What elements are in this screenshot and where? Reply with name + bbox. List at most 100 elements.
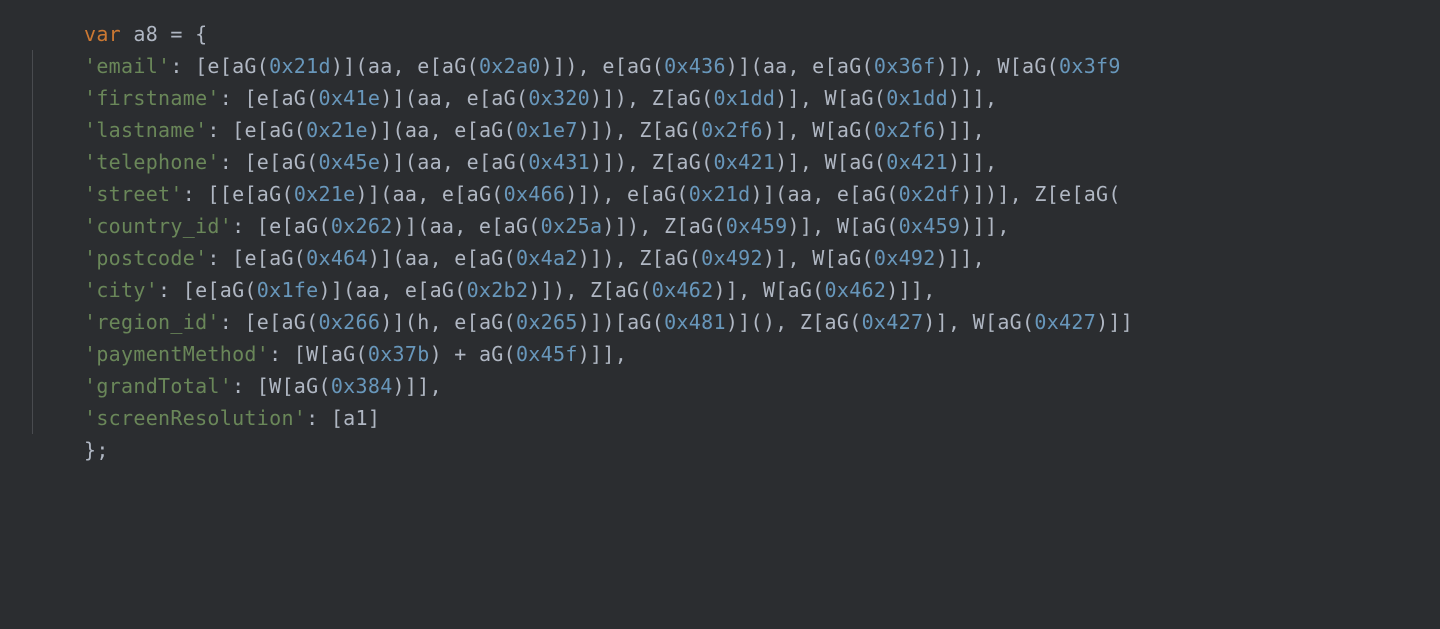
number: 0x262 — [331, 214, 393, 238]
punct: )]], — [948, 150, 997, 174]
punct: )](aa, e[aG( — [726, 54, 874, 78]
punct: )](aa, e[aG( — [331, 54, 479, 78]
string-key: 'postcode' — [84, 246, 207, 270]
code-line: }; — [84, 434, 1440, 466]
code-line: 'email': [e[aG(0x21d)](aa, e[aG(0x2a0)])… — [32, 50, 1440, 82]
code-line: 'firstname': [e[aG(0x41e)](aa, e[aG(0x32… — [32, 82, 1440, 114]
punct: : [e[aG( — [232, 214, 331, 238]
number: 0x427 — [862, 310, 924, 334]
punct: )](aa, e[aG( — [368, 246, 516, 270]
code-line: 'lastname': [e[aG(0x21e)](aa, e[aG(0x1e7… — [32, 114, 1440, 146]
punct: )]], — [936, 246, 985, 270]
code-line: 'telephone': [e[aG(0x45e)](aa, e[aG(0x43… — [32, 146, 1440, 178]
punct: : [e[aG( — [170, 54, 269, 78]
string-key: 'region_id' — [84, 310, 220, 334]
punct: : [e[aG( — [220, 150, 319, 174]
number: 0x320 — [528, 86, 590, 110]
keyword-var: var — [84, 22, 121, 46]
punct: )], W[aG( — [763, 118, 874, 142]
number: 0x427 — [1034, 310, 1096, 334]
code-line: 'country_id': [e[aG(0x262)](aa, e[aG(0x2… — [32, 210, 1440, 242]
code-line: 'paymentMethod': [W[aG(0x37b) + aG(0x45f… — [32, 338, 1440, 370]
string-key: 'city' — [84, 278, 158, 302]
punct: )]], — [936, 118, 985, 142]
punct: )](aa, e[aG( — [356, 182, 504, 206]
code-editor[interactable]: var a8 = { 'email': [e[aG(0x21d)](aa, e[… — [0, 0, 1440, 629]
code-line: 'city': [e[aG(0x1fe)](aa, e[aG(0x2b2)]),… — [32, 274, 1440, 306]
punct: )]), Z[aG( — [528, 278, 651, 302]
punct: )]], — [886, 278, 935, 302]
number: 0x1e7 — [516, 118, 578, 142]
number: 0x21e — [306, 118, 368, 142]
punct: : [e[aG( — [207, 118, 306, 142]
number: 0x492 — [874, 246, 936, 270]
punct: )](h, e[aG( — [380, 310, 516, 334]
code-line: var a8 = { — [84, 18, 1440, 50]
punct: : [e[aG( — [158, 278, 257, 302]
number: 0x459 — [726, 214, 788, 238]
number: 0x492 — [701, 246, 763, 270]
punct: )])], Z[e[aG( — [960, 182, 1120, 206]
punct: )]), W[aG( — [936, 54, 1059, 78]
punct: : [e[aG( — [220, 86, 319, 110]
string-key: 'country_id' — [84, 214, 232, 238]
number: 0x25a — [541, 214, 603, 238]
punct: )]), e[aG( — [565, 182, 688, 206]
punct: )], W[aG( — [788, 214, 899, 238]
punct: )], W[aG( — [763, 246, 874, 270]
number: 0x265 — [516, 310, 578, 334]
number: 0x37b — [368, 342, 430, 366]
number: 0x462 — [825, 278, 887, 302]
punct: )], W[aG( — [775, 86, 886, 110]
punct: )], W[aG( — [775, 150, 886, 174]
punct: )], W[aG( — [713, 278, 824, 302]
number: 0x421 — [886, 150, 948, 174]
punct: : [e[aG( — [220, 310, 319, 334]
number: 0x41e — [319, 86, 381, 110]
punct: )]], — [578, 342, 627, 366]
number: 0x1dd — [713, 86, 775, 110]
punct: )](aa, e[aG( — [319, 278, 467, 302]
gutter — [0, 0, 18, 629]
punct: )](aa, e[aG( — [750, 182, 898, 206]
number: 0x21d — [689, 182, 751, 206]
punct: }; — [84, 438, 109, 462]
punct: )]), Z[aG( — [602, 214, 725, 238]
number: 0x436 — [664, 54, 726, 78]
punct: )]], — [393, 374, 442, 398]
number: 0x21e — [294, 182, 356, 206]
number: 0x266 — [319, 310, 381, 334]
punct: : [W[aG( — [269, 342, 368, 366]
number: 0x2b2 — [467, 278, 529, 302]
string-key: 'email' — [84, 54, 170, 78]
punct: : [W[aG( — [232, 374, 331, 398]
punct: )](aa, e[aG( — [368, 118, 516, 142]
punct: )]), Z[aG( — [578, 118, 701, 142]
code-line: 'grandTotal': [W[aG(0x384)]], — [32, 370, 1440, 402]
code-area[interactable]: var a8 = { 'email': [e[aG(0x21d)](aa, e[… — [0, 0, 1440, 466]
number: 0x431 — [528, 150, 590, 174]
number: 0x4a2 — [516, 246, 578, 270]
punct: )]), Z[aG( — [590, 150, 713, 174]
punct: )]), e[aG( — [541, 54, 664, 78]
number: 0x2f6 — [874, 118, 936, 142]
punct: )](aa, e[aG( — [380, 150, 528, 174]
punct: : [e[aG( — [207, 246, 306, 270]
number: 0x45e — [319, 150, 381, 174]
string-key: 'paymentMethod' — [84, 342, 269, 366]
number: 0x1dd — [886, 86, 948, 110]
number: 0x481 — [664, 310, 726, 334]
number: 0x36f — [874, 54, 936, 78]
punct: )]], — [960, 214, 1009, 238]
number: 0x464 — [306, 246, 368, 270]
number: 0x384 — [331, 374, 393, 398]
code-line: 'postcode': [e[aG(0x464)](aa, e[aG(0x4a2… — [32, 242, 1440, 274]
number: 0x2a0 — [479, 54, 541, 78]
punct: : [[e[aG( — [183, 182, 294, 206]
number: 0x45f — [516, 342, 578, 366]
punct: )](), Z[aG( — [726, 310, 862, 334]
punct: )]), Z[aG( — [578, 246, 701, 270]
punct: )](aa, e[aG( — [380, 86, 528, 110]
string-key: 'firstname' — [84, 86, 220, 110]
punct: )], W[aG( — [923, 310, 1034, 334]
